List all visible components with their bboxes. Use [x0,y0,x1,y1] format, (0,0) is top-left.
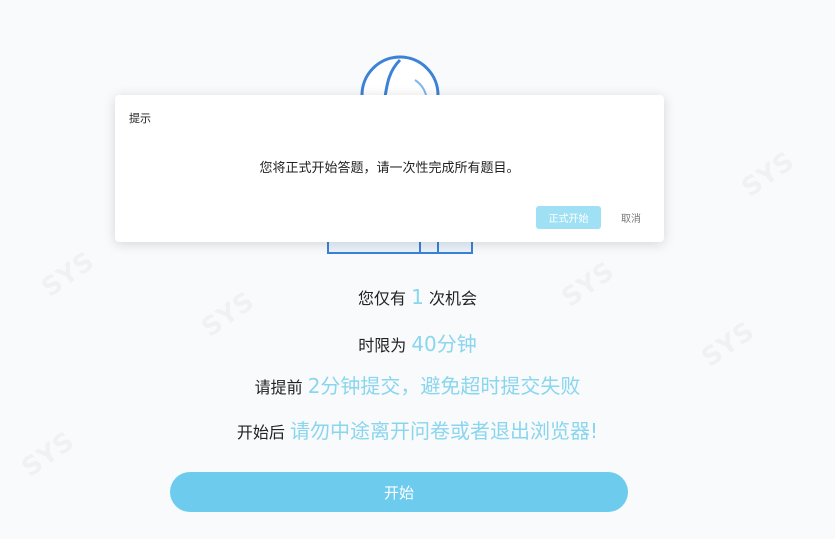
watermark: SYS [736,147,799,204]
attempts-count: 1 [411,285,424,309]
dialog-title: 提示 [129,112,151,125]
confirm-start-button[interactable]: 正式开始 [536,206,601,229]
no-leave-info: 开始后 请勿中途离开问卷或者退出浏览器! [0,415,835,444]
no-leave-text: 请勿中途离开问卷或者退出浏览器! [290,419,599,443]
time-limit-value: 40分钟 [411,332,477,356]
attempts-suffix: 次机会 [428,289,477,308]
confirm-dialog: 提示 您将正式开始答题，请一次性完成所有题目。 正式开始 取消 [115,95,664,242]
time-limit-prefix: 时限为 [358,336,407,355]
submit-early-info: 请提前 2分钟提交，避免超时提交失败 [0,370,835,399]
cancel-button[interactable]: 取消 [611,206,651,229]
submit-early-text: 2分钟提交，避免超时提交失败 [307,374,581,398]
time-limit-info: 时限为 40分钟 [0,328,835,357]
attempts-info: 您仅有 1 次机会 [0,285,835,309]
no-leave-prefix: 开始后 [236,423,285,442]
attempts-prefix: 您仅有 [358,289,407,308]
start-button[interactable]: 开始 [170,472,628,512]
submit-early-prefix: 请提前 [254,378,303,397]
dialog-message: 您将正式开始答题，请一次性完成所有题目。 [259,161,520,176]
